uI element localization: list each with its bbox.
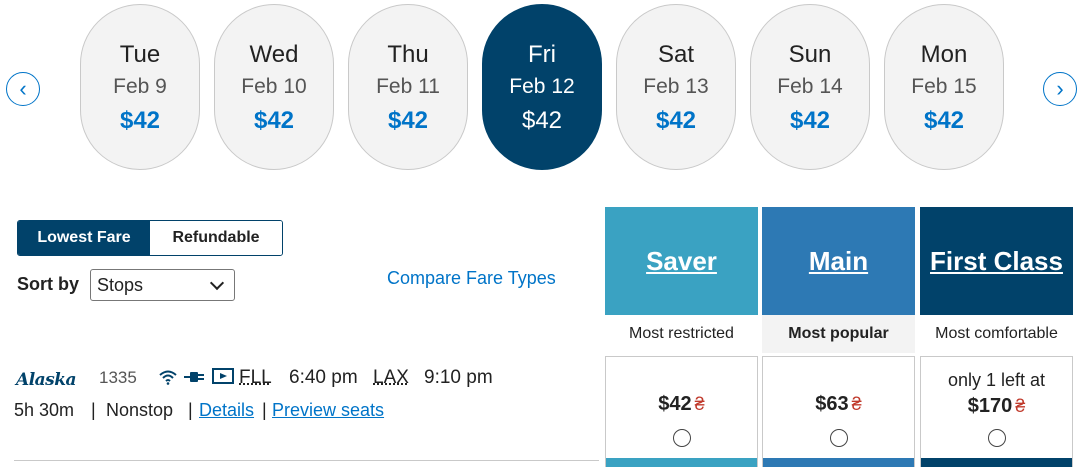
origin-airport[interactable]: FLL	[239, 367, 272, 389]
first-class-header[interactable]: First Class	[920, 207, 1073, 315]
leaf-icon: ₴	[694, 394, 705, 414]
power-outlet-icon	[184, 372, 204, 382]
date-sun-feb-14[interactable]: Sun Feb 14 $42	[750, 4, 870, 170]
day-date: Feb 13	[643, 75, 709, 98]
main-color-bar	[763, 458, 914, 467]
date-fri-feb-12-selected[interactable]: Fri Feb 12 $42	[482, 4, 602, 170]
main-fare-option[interactable]: $63 ₴	[762, 356, 915, 467]
sort-value: Stops	[97, 274, 144, 295]
saver-price-line: $42 ₴	[606, 393, 757, 416]
separator: |	[188, 400, 193, 420]
saver-title: Saver	[646, 245, 717, 276]
day-of-week: Wed	[249, 41, 299, 68]
date-wed-feb-10[interactable]: Wed Feb 10 $42	[214, 4, 334, 170]
flight-duration: 5h 30m	[14, 400, 75, 420]
fare-toggle: Lowest Fare Refundable	[17, 220, 283, 256]
day-date: Feb 11	[376, 75, 440, 98]
day-date: Feb 12	[509, 75, 575, 98]
chevron-left-icon: ‹	[19, 76, 27, 101]
lowest-fare-tab[interactable]: Lowest Fare	[18, 221, 150, 255]
first-class-title: First Class	[930, 245, 1063, 276]
flight-number: 1335	[99, 368, 137, 387]
day-of-week: Sat	[657, 41, 695, 68]
previous-dates-button[interactable]: ‹	[6, 72, 40, 106]
sort-select[interactable]: Stops	[90, 269, 235, 301]
alaska-airlines-logo: Alaska	[16, 370, 77, 390]
destination-airport[interactable]: LAX	[373, 367, 409, 389]
departure-time: 6:40 pm	[289, 367, 358, 388]
first-class-subtitle: Most comfortable	[935, 325, 1058, 342]
details-link[interactable]: Details	[199, 400, 254, 421]
main-subtitle: Most popular	[762, 315, 915, 353]
main-title: Main	[808, 245, 869, 276]
preview-seats-link[interactable]: Preview seats	[272, 400, 384, 421]
main-radio[interactable]	[830, 429, 848, 447]
streaming-entertainment-icon	[212, 368, 234, 384]
day-date: Feb 14	[777, 75, 843, 98]
main-header[interactable]: Main	[762, 207, 915, 315]
amenities	[158, 368, 234, 386]
saver-color-bar	[606, 458, 757, 467]
date-mon-feb-15[interactable]: Mon Feb 15 $42	[884, 4, 1004, 170]
day-price: $42	[923, 107, 965, 134]
saver-price: $42	[658, 393, 692, 415]
day-price: $42	[655, 107, 697, 134]
day-of-week: Sun	[788, 41, 832, 68]
day-price: $42	[789, 107, 831, 134]
date-sat-feb-13[interactable]: Sat Feb 13 $42	[616, 4, 736, 170]
day-date: Feb 15	[911, 75, 977, 98]
day-of-week: Mon	[920, 41, 968, 68]
saver-radio[interactable]	[673, 429, 691, 447]
compare-fare-types-link[interactable]: Compare Fare Types	[387, 268, 556, 289]
next-dates-button[interactable]: ›	[1043, 72, 1077, 106]
main-price-line: $63 ₴	[763, 393, 914, 416]
first-class-price: $170	[967, 395, 1013, 417]
day-date: Feb 10	[241, 75, 307, 98]
chevron-right-icon: ›	[1056, 76, 1064, 101]
first-class-fare-option[interactable]: only 1 left at $170 ₴	[920, 356, 1073, 467]
day-of-week: Tue	[119, 41, 161, 68]
day-of-week: Thu	[387, 41, 429, 68]
sort-label: Sort by	[17, 274, 80, 294]
day-of-week: Fri	[528, 41, 556, 68]
chevron-down-icon	[209, 275, 225, 291]
leaf-icon: ₴	[851, 394, 862, 414]
day-date: Feb 9	[113, 75, 167, 98]
arrival-time: 9:10 pm	[424, 367, 493, 388]
day-price: $42	[387, 107, 429, 134]
row-divider	[14, 460, 599, 461]
first-class-radio[interactable]	[988, 429, 1006, 447]
saver-fare-option[interactable]: $42 ₴	[605, 356, 758, 467]
stops-info: Nonstop	[106, 400, 174, 420]
wifi-icon	[159, 370, 177, 385]
day-price: $42	[119, 107, 161, 134]
seats-left-note: only 1 left at	[947, 370, 1046, 390]
separator: |	[262, 400, 267, 420]
separator: |	[91, 400, 96, 420]
main-price: $63	[815, 393, 849, 415]
saver-subtitle: Most restricted	[629, 325, 734, 342]
date-tue-feb-9[interactable]: Tue Feb 9 $42	[80, 4, 200, 170]
first-class-price-line: $170 ₴	[921, 395, 1072, 418]
first-class-color-bar	[921, 458, 1072, 467]
day-price: $42	[253, 107, 295, 134]
date-thu-feb-11[interactable]: Thu Feb 11 $42	[348, 4, 468, 170]
refundable-tab[interactable]: Refundable	[150, 221, 282, 255]
leaf-icon: ₴	[1015, 396, 1026, 416]
saver-header[interactable]: Saver	[605, 207, 758, 315]
day-price: $42	[521, 107, 563, 134]
